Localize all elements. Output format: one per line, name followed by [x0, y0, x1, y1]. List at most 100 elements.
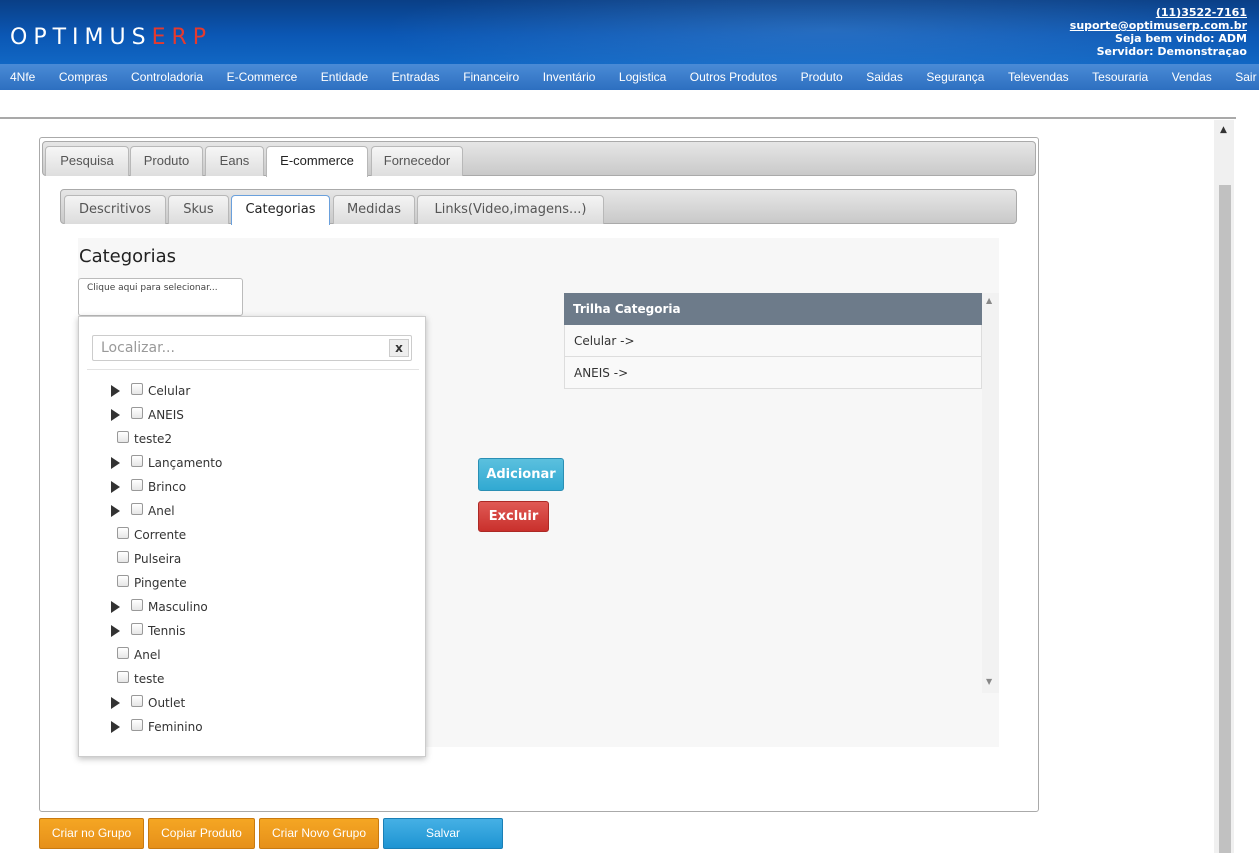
tree-item-label: Anel	[148, 504, 175, 518]
delete-button[interactable]: Excluir	[478, 501, 549, 532]
checkbox[interactable]	[117, 431, 129, 443]
expand-icon[interactable]	[111, 601, 120, 613]
tree-item[interactable]: Tennis	[111, 621, 185, 641]
search-input[interactable]	[92, 335, 412, 361]
category-trail-table: Trilha Categoria Celular -> ANEIS ->	[564, 293, 982, 389]
tree-item[interactable]: teste2	[117, 429, 172, 449]
tab-pesquisa[interactable]: Pesquisa	[45, 146, 129, 176]
menu-item[interactable]: E-Commerce	[227, 70, 298, 84]
menu-item[interactable]: Televendas	[1008, 70, 1069, 84]
tree-item-label: Tennis	[148, 624, 186, 638]
trail-row[interactable]: ANEIS ->	[564, 357, 982, 389]
checkbox[interactable]	[117, 647, 129, 659]
tree-item[interactable]: Corrente	[117, 525, 186, 545]
tree-item[interactable]: Pulseira	[117, 549, 181, 569]
checkbox[interactable]	[131, 407, 143, 419]
trail-row[interactable]: Celular ->	[564, 325, 982, 357]
checkbox[interactable]	[131, 455, 143, 467]
tree-item-label: teste2	[134, 432, 173, 446]
menu-item[interactable]: Produto	[801, 70, 843, 84]
expand-icon[interactable]	[111, 457, 120, 469]
tree-item-label: Brinco	[148, 480, 187, 494]
tree-item[interactable]: Brinco	[111, 477, 186, 497]
checkbox[interactable]	[131, 695, 143, 707]
tree-item[interactable]: Lançamento	[111, 453, 222, 473]
tree-item[interactable]: Masculino	[111, 597, 208, 617]
expand-icon[interactable]	[111, 721, 120, 733]
copy-product-button[interactable]: Copiar Produto	[148, 818, 255, 849]
subtab-medidas[interactable]: Medidas	[333, 195, 415, 224]
expand-icon[interactable]	[111, 697, 120, 709]
tab-ecommerce[interactable]: E-commerce	[266, 146, 368, 177]
scroll-down-icon[interactable]: ▼	[986, 677, 992, 686]
tree-item[interactable]: ANEIS	[111, 405, 184, 425]
divider	[0, 117, 1236, 119]
expand-icon[interactable]	[111, 481, 120, 493]
scroll-up-icon[interactable]: ▲	[986, 296, 992, 305]
add-button[interactable]: Adicionar	[478, 458, 564, 491]
logo: OPTIMUSERP	[10, 25, 213, 50]
menu-item[interactable]: Vendas	[1172, 70, 1212, 84]
create-new-group-button[interactable]: Criar Novo Grupo	[259, 818, 379, 849]
category-select[interactable]: Clique aqui para selecionar...	[78, 278, 243, 316]
divider	[87, 369, 419, 370]
checkbox[interactable]	[131, 479, 143, 491]
contact-info: (11)3522-7161 suporte@optimuserp.com.br …	[1070, 6, 1247, 58]
menu-item[interactable]: Saidas	[866, 70, 903, 84]
subtab-descritivos[interactable]: Descritivos	[64, 195, 166, 224]
tab-fornecedor[interactable]: Fornecedor	[371, 146, 463, 176]
menu-item[interactable]: Inventário	[543, 70, 596, 84]
clear-search-button[interactable]: x	[389, 339, 409, 357]
menu-item[interactable]: 4Nfe	[10, 70, 35, 84]
tree-item-label: Corrente	[134, 528, 187, 542]
tree-item-label: Outlet	[148, 696, 186, 710]
checkbox[interactable]	[131, 383, 143, 395]
tab-produto[interactable]: Produto	[130, 146, 203, 176]
tree-item[interactable]: Outlet	[111, 693, 185, 713]
create-in-group-button[interactable]: Criar no Grupo	[39, 818, 144, 849]
tree-item[interactable]: Anel	[111, 501, 175, 521]
checkbox[interactable]	[131, 503, 143, 515]
tree-item-label: Lançamento	[148, 456, 223, 470]
tree-item[interactable]: Anel	[117, 645, 161, 665]
subtab-skus[interactable]: Skus	[168, 195, 229, 224]
checkbox[interactable]	[117, 575, 129, 587]
tab-eans[interactable]: Eans	[205, 146, 264, 176]
expand-icon[interactable]	[111, 505, 120, 517]
menu-item[interactable]: Compras	[59, 70, 108, 84]
menu-item-sair[interactable]: Sair	[1235, 70, 1256, 84]
menu-item[interactable]: Entradas	[392, 70, 440, 84]
expand-icon[interactable]	[111, 409, 120, 421]
tree-item-label: Anel	[134, 648, 161, 662]
scroll-up-icon[interactable]: ▲	[1220, 125, 1227, 135]
checkbox[interactable]	[131, 599, 143, 611]
tree-item[interactable]: Celular	[111, 381, 190, 401]
checkbox[interactable]	[131, 623, 143, 635]
app-header: OPTIMUSERP (11)3522-7161 suporte@optimus…	[0, 0, 1259, 64]
menu-item[interactable]: Tesouraria	[1092, 70, 1148, 84]
save-button[interactable]: Salvar	[383, 818, 503, 849]
subtab-categorias[interactable]: Categorias	[231, 195, 330, 225]
menu-item[interactable]: Controladoria	[131, 70, 203, 84]
tree-item[interactable]: Pingente	[117, 573, 187, 593]
menu-item[interactable]: Segurança	[926, 70, 984, 84]
scrollbar-thumb[interactable]	[1219, 185, 1231, 853]
expand-icon[interactable]	[111, 625, 120, 637]
checkbox[interactable]	[131, 719, 143, 731]
menu-item[interactable]: Logistica	[619, 70, 666, 84]
checkbox[interactable]	[117, 671, 129, 683]
phone-link[interactable]: (11)3522-7161	[1070, 6, 1247, 19]
trail-scrollbar[interactable]: ▲ ▼	[982, 293, 999, 693]
menu-item[interactable]: Outros Produtos	[690, 70, 777, 84]
subtab-links[interactable]: Links(Video,imagens...)	[417, 195, 604, 224]
tree-item[interactable]: teste	[117, 669, 164, 689]
menu-item[interactable]: Financeiro	[463, 70, 519, 84]
checkbox[interactable]	[117, 551, 129, 563]
menu-item[interactable]: Entidade	[321, 70, 368, 84]
tree-item[interactable]: Feminino	[111, 717, 203, 737]
expand-icon[interactable]	[111, 385, 120, 397]
checkbox[interactable]	[117, 527, 129, 539]
email-link[interactable]: suporte@optimuserp.com.br	[1070, 19, 1247, 32]
page-scrollbar[interactable]: ▲	[1214, 120, 1234, 853]
tree-item-label: Masculino	[148, 600, 208, 614]
